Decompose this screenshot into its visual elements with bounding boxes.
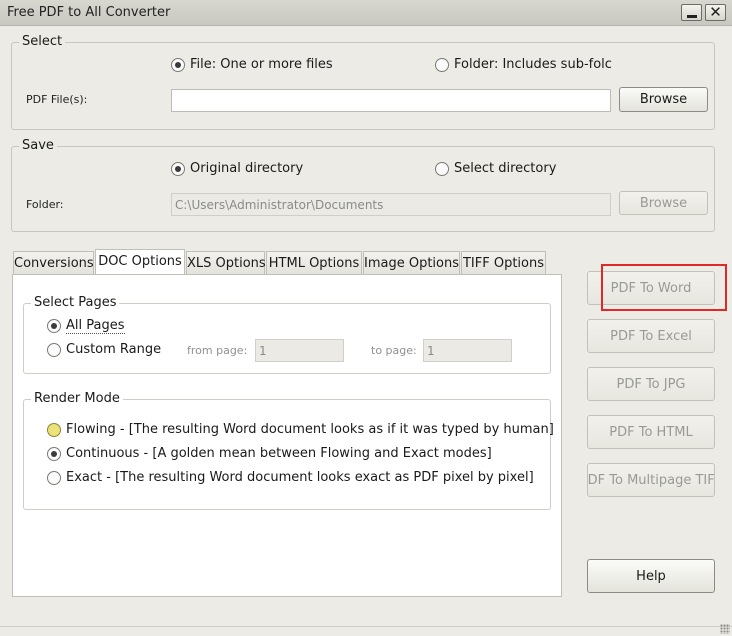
render-mode-title: Render Mode (31, 391, 123, 407)
radio-checked-icon (171, 161, 185, 176)
select-group: Select (11, 34, 715, 130)
pdf-to-excel-button[interactable]: PDF To Excel (587, 319, 715, 353)
exact-label: Exact - [The resulting Word document loo… (66, 470, 534, 485)
all-pages-label: All Pages (66, 318, 125, 334)
highlight-box (601, 264, 727, 311)
from-page-input[interactable] (255, 339, 344, 362)
radio-unchecked-icon (47, 470, 61, 485)
radio-unchecked-icon (435, 161, 449, 176)
tab-tiff-options[interactable]: TIFF Options (461, 251, 546, 274)
save-group-title: Save (19, 138, 57, 154)
minimize-button[interactable] (681, 4, 702, 21)
pdf-files-input[interactable] (171, 89, 611, 112)
exact-radio[interactable]: Exact - [The resulting Word document loo… (47, 470, 534, 485)
folder-input[interactable] (171, 193, 611, 216)
minimize-icon (687, 15, 697, 18)
close-icon: ✕ (709, 3, 722, 21)
custom-range-label: Custom Range (66, 342, 162, 357)
pdf-to-jpg-button[interactable]: PDF To JPG (587, 367, 715, 401)
continuous-label: Continuous - [A golden mean between Flow… (66, 446, 492, 461)
select-group-title: Select (19, 34, 66, 50)
from-page-label: from page: (187, 344, 248, 357)
select-directory-label: Select directory (454, 161, 557, 176)
pdf-files-label: PDF File(s): (26, 93, 88, 106)
radio-unchecked-icon (435, 57, 449, 72)
folder-radio-label: Folder: Includes sub-folc (454, 57, 612, 72)
tab-html-options[interactable]: HTML Options (266, 251, 362, 274)
status-divider (0, 626, 732, 627)
custom-range-radio[interactable]: Custom Range (47, 342, 161, 357)
select-directory-radio[interactable]: Select directory (435, 161, 556, 176)
pdf-to-multipage-tiff-button[interactable]: PDF To Multipage TIFF (587, 463, 715, 497)
flowing-label: Flowing - [The resulting Word document l… (66, 422, 554, 437)
select-pages-title: Select Pages (31, 295, 120, 311)
original-directory-radio[interactable]: Original directory (171, 161, 303, 176)
title-bar: Free PDF to All Converter ✕ (0, 0, 732, 26)
original-directory-label: Original directory (190, 161, 304, 176)
window-title: Free PDF to All Converter (7, 5, 171, 20)
help-button[interactable]: Help (587, 559, 715, 593)
browse-files-button[interactable]: Browse (619, 87, 708, 112)
flowing-radio[interactable]: Flowing - [The resulting Word document l… (47, 422, 554, 437)
continuous-radio[interactable]: Continuous - [A golden mean between Flow… (47, 446, 492, 461)
pdf-to-html-button[interactable]: PDF To HTML (587, 415, 715, 449)
radio-checked-icon (47, 319, 61, 333)
radio-unchecked-icon (47, 342, 61, 357)
all-pages-radio[interactable]: All Pages (47, 318, 125, 334)
file-radio[interactable]: File: One or more files (171, 57, 333, 72)
folder-label: Folder: (26, 198, 64, 211)
tab-doc-options[interactable]: DOC Options (95, 249, 185, 275)
to-page-label: to page: (371, 344, 417, 357)
folder-radio[interactable]: Folder: Includes sub-folc (435, 57, 612, 72)
tab-conversions[interactable]: Conversions (13, 251, 94, 274)
tab-image-options[interactable]: Image Options (363, 251, 460, 274)
file-radio-label: File: One or more files (190, 57, 333, 72)
radio-hover-icon (47, 422, 61, 437)
save-group: Save (11, 138, 715, 232)
radio-checked-icon (171, 57, 185, 72)
tab-xls-options[interactable]: XLS Options (186, 251, 266, 274)
radio-checked-icon (47, 446, 61, 461)
close-button[interactable]: ✕ (705, 3, 726, 21)
doc-options-panel: Select Pages All Pages Custom Range from… (12, 274, 562, 597)
resize-grip-icon[interactable] (720, 624, 730, 634)
browse-folder-button[interactable]: Browse (619, 191, 708, 215)
to-page-input[interactable] (423, 339, 512, 362)
